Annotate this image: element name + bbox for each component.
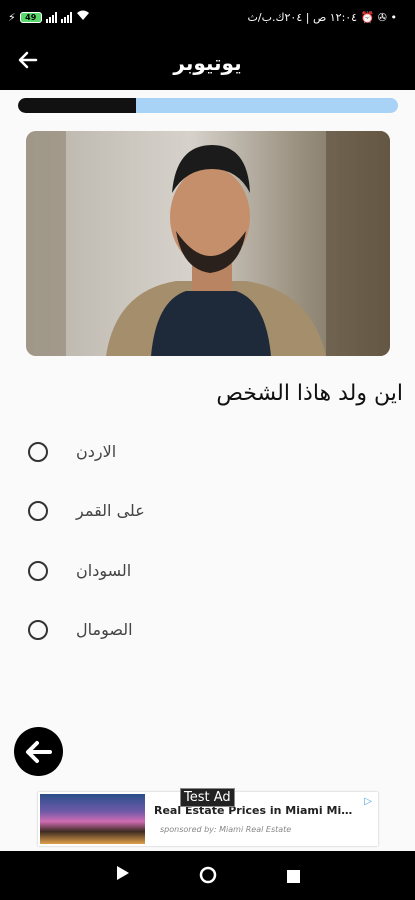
home-circle-icon[interactable]: [199, 866, 217, 888]
person-photo-image: [26, 131, 390, 356]
signal-icon: [45, 11, 57, 23]
wifi-icon: [76, 10, 90, 24]
signal-icon: [60, 11, 72, 23]
answer-label: الصومال: [76, 620, 133, 639]
arrow-left-icon: [25, 740, 52, 763]
app-bar: يوتيوبر: [0, 38, 415, 90]
answer-label: الاردن: [76, 442, 117, 461]
ad-sponsor: sponsored by: Miami Real Estate: [160, 825, 292, 834]
square-icon[interactable]: [287, 868, 300, 887]
progress-fill: [18, 98, 136, 113]
system-nav-bar: [0, 851, 415, 900]
answer-option-3[interactable]: السودان: [28, 556, 378, 586]
radio-button[interactable]: [28, 561, 48, 581]
answer-label: على القمر: [76, 501, 145, 520]
battery-icon: 49: [19, 11, 42, 23]
play-icon[interactable]: [116, 865, 130, 885]
answer-option-4[interactable]: الصومال: [28, 615, 378, 645]
battery-level: 49: [25, 12, 37, 22]
quiz-progress-bar: [18, 98, 398, 113]
question-text: اين ولد هاذا الشخص: [216, 381, 403, 406]
radio-button[interactable]: [28, 501, 48, 521]
question-photo: [26, 131, 390, 356]
answer-option-1[interactable]: الاردن: [28, 437, 378, 467]
ad-image: [40, 794, 145, 844]
status-bar: ⚡ 49 ١٢:٠٤ ص | ٢٠٤ك.ب/ث ⏰ ✇ •: [0, 0, 415, 38]
ad-choices-icon[interactable]: ▷: [364, 796, 372, 807]
answer-label: السودان: [76, 561, 132, 580]
status-icons: ⚡ 49: [8, 10, 90, 24]
radio-button[interactable]: [28, 620, 48, 640]
status-time: ١٢:٠٤ ص | ٢٠٤ك.ب/ث ⏰ ✇ •: [247, 11, 397, 24]
floating-back-button[interactable]: [14, 727, 63, 776]
page-title: يوتيوبر: [173, 51, 242, 75]
test-ad-badge: Test Ad: [180, 788, 235, 807]
flash-icon: ⚡: [8, 10, 16, 24]
radio-button[interactable]: [28, 442, 48, 462]
answer-option-2[interactable]: على القمر: [28, 496, 378, 526]
